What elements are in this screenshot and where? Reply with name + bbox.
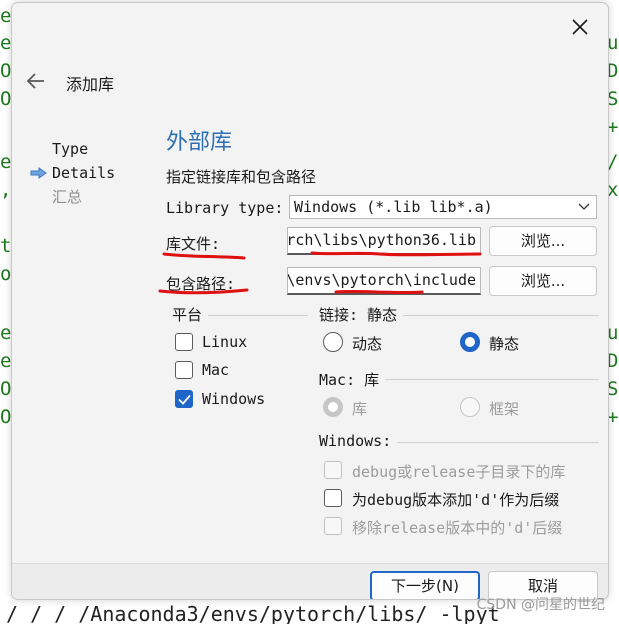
step-type: Type xyxy=(32,137,115,161)
chevron-down-icon xyxy=(578,203,590,210)
wizard-steps: Type Details 汇总 xyxy=(30,137,116,209)
code-glyph: O xyxy=(0,378,12,400)
linux-label: Linux xyxy=(202,333,248,351)
step-summary: 汇总 xyxy=(32,185,115,209)
debug-suffix-label: 为debug版本添加'd'作为后缀 xyxy=(352,491,560,509)
linkage-group-title: 链接: 静态 xyxy=(319,304,404,325)
mac-framework-radio[interactable] xyxy=(460,397,480,417)
mac-group-title: Mac: 库 xyxy=(319,369,386,390)
include-path-label: 包含路径: xyxy=(166,275,236,293)
code-glyph: e xyxy=(0,5,12,27)
code-glyph: e xyxy=(0,350,12,372)
step-label: Details xyxy=(52,164,116,182)
library-type-value: Windows (*.lib lib*.a) xyxy=(294,198,493,216)
mac-library-label: 库 xyxy=(352,400,368,418)
library-type-label: Library type: xyxy=(166,199,284,217)
platform-group-title: 平台 xyxy=(172,304,209,325)
debug-release-subdir-label: debug或release子目录下的库 xyxy=(352,463,566,481)
mac-framework-label: 框架 xyxy=(489,400,520,418)
csdn-watermark: CSDN @问星的世纪 xyxy=(476,597,605,613)
close-icon xyxy=(572,19,588,35)
arrow-left-icon xyxy=(26,73,44,89)
windows-checkbox[interactable] xyxy=(175,390,193,408)
mac-checkbox[interactable] xyxy=(175,361,193,379)
static-label: 静态 xyxy=(489,335,520,353)
checkmark-icon xyxy=(178,394,191,405)
library-type-select[interactable]: Windows (*.lib lib*.a) xyxy=(289,195,597,219)
include-path-browse-button[interactable]: 浏览... xyxy=(489,266,597,296)
code-glyph: O xyxy=(0,88,12,110)
code-glyph: e xyxy=(0,32,12,54)
code-glyph: O xyxy=(0,60,12,82)
dynamic-label: 动态 xyxy=(352,335,383,353)
static-radio[interactable] xyxy=(460,332,480,352)
remove-release-suffix-checkbox[interactable] xyxy=(324,517,342,535)
step-label: 汇总 xyxy=(52,188,83,206)
windows-group-title: Windows: xyxy=(319,432,398,450)
next-button[interactable]: 下一步(N) xyxy=(370,571,480,599)
step-details: Details xyxy=(30,161,116,185)
include-path-value: C:/Anaconda3\envs\pytorch\include xyxy=(287,271,476,289)
library-file-browse-button[interactable]: 浏览... xyxy=(489,226,597,256)
include-path-input[interactable]: C:/Anaconda3\envs\pytorch\include xyxy=(287,267,481,295)
windows-label: Windows xyxy=(202,390,266,408)
remove-release-suffix-label: 移除release版本中的'd'后缀 xyxy=(352,519,563,537)
current-step-arrow-icon xyxy=(30,167,47,179)
step-label: Type xyxy=(52,140,89,158)
library-file-value: C:/Anaconda3/envs/pytorch\libs\python36.… xyxy=(287,231,476,249)
library-file-input[interactable]: C:/Anaconda3/envs/pytorch\libs\python36.… xyxy=(287,227,481,255)
code-glyph: e xyxy=(0,151,12,173)
library-file-label: 库文件: xyxy=(166,235,221,253)
close-button[interactable] xyxy=(568,15,592,39)
add-library-dialog: 添加库 Type Details 汇总 外部库 指定链接库和包含路径 Libra… xyxy=(11,2,609,600)
code-glyph: e xyxy=(0,322,12,344)
wizard-title: 添加库 xyxy=(66,75,115,94)
page-heading: 外部库 xyxy=(166,130,233,155)
mac-library-radio[interactable] xyxy=(323,397,343,417)
debug-suffix-checkbox[interactable] xyxy=(324,489,342,507)
back-button[interactable] xyxy=(24,69,48,93)
code-glyph: o xyxy=(0,263,12,285)
dynamic-radio[interactable] xyxy=(323,332,343,352)
debug-release-subdir-checkbox[interactable] xyxy=(324,461,342,479)
linux-checkbox[interactable] xyxy=(175,333,193,351)
code-glyph: t xyxy=(0,235,12,257)
mac-label: Mac xyxy=(202,361,230,379)
code-glyph: O xyxy=(0,406,12,428)
code-glyph: , xyxy=(0,179,12,201)
page-subheading: 指定链接库和包含路径 xyxy=(166,168,317,186)
